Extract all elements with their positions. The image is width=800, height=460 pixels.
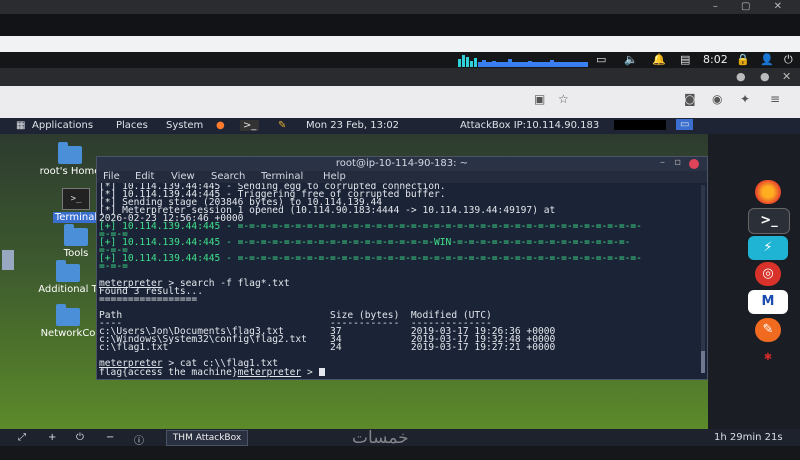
terminal-line: [+] 10.114.139.44:445 - =-=-=-=-=-=-=-=-… xyxy=(99,253,642,265)
panel-datetime: Mon 23 Feb, 13:02 xyxy=(306,120,400,131)
terminal-scrollbar[interactable] xyxy=(701,185,705,373)
home-folder-icon xyxy=(58,142,82,164)
attackbox-ip: AttackBox IP:10.114.90.183 xyxy=(460,120,600,131)
volume-icon[interactable]: 🔈 xyxy=(624,53,638,66)
maximize-dot-icon[interactable]: ● xyxy=(760,70,770,83)
reader-view-icon[interactable]: ▣ xyxy=(534,92,545,106)
host-tab-strip: ● ● ✕ xyxy=(0,68,800,86)
host-dark-band xyxy=(0,14,800,36)
desktop-icon-label: Additional T xyxy=(38,284,98,295)
remote-top-panel: ▦ Applications Places System ● >_ ✎ Mon … xyxy=(0,118,800,134)
menu-edit[interactable]: Edit xyxy=(135,171,154,182)
pocket-icon[interactable]: ◙ xyxy=(684,92,696,106)
terminal-minimize-icon[interactable]: – xyxy=(660,157,665,168)
host-clock: 8:02 xyxy=(703,53,728,66)
terminal-launcher-icon[interactable]: >_ xyxy=(240,120,260,131)
firefox-icon[interactable] xyxy=(755,180,781,204)
burp-icon[interactable]: ✎ xyxy=(755,318,781,342)
side-panel-handle[interactable] xyxy=(2,250,14,270)
calendar-icon[interactable]: ▤ xyxy=(680,53,690,66)
scrollbar-thumb[interactable] xyxy=(701,351,705,373)
menu-terminal[interactable]: Terminal xyxy=(261,171,303,182)
folder-icon xyxy=(64,224,88,246)
terminal-line: =-=-= xyxy=(99,261,128,273)
system-menu[interactable]: System xyxy=(166,120,203,131)
menu-view[interactable]: View xyxy=(171,171,195,182)
menu-icon[interactable]: ≡ xyxy=(770,92,780,106)
terminal-line: flag{access_the_machine}meterpreter > xyxy=(99,368,695,377)
menu-file[interactable]: File xyxy=(103,171,120,182)
applications-menu[interactable]: Applications xyxy=(32,120,93,131)
red-logo-icon[interactable]: ✱ xyxy=(748,346,788,370)
account-icon[interactable]: ◉ xyxy=(712,92,722,106)
maltego-icon[interactable]: M xyxy=(748,290,788,314)
taskbar-attackbox[interactable]: THM AttackBox xyxy=(166,430,248,446)
terminal-window[interactable]: root@ip-10-114-90-183: ~ – ▫ File Edit V… xyxy=(96,156,708,380)
menu-help[interactable]: Help xyxy=(323,171,346,182)
window-controls-icon[interactable]: – ▢ ✕ xyxy=(713,1,792,12)
editor-launcher-icon[interactable]: ✎ xyxy=(278,120,286,131)
menu-search[interactable]: Search xyxy=(211,171,245,182)
folder-icon xyxy=(56,304,80,326)
terminal-output[interactable]: [*] 10.114.139.44:445 - Sending egg to c… xyxy=(99,183,695,377)
places-menu[interactable]: Places xyxy=(116,120,148,131)
audio-visualizer-icon xyxy=(458,55,588,67)
terminal-close-icon[interactable] xyxy=(689,159,699,169)
host-titlebar: – ▢ ✕ xyxy=(0,0,800,14)
apps-menu-icon[interactable]: ▦ xyxy=(16,120,25,131)
target-icon[interactable]: ◎ xyxy=(755,262,781,286)
firefox-launcher-icon[interactable]: ● xyxy=(216,120,225,131)
terminal-icon: >_ xyxy=(62,188,90,210)
session-timer: 1h 29min 21s xyxy=(714,432,783,443)
desktop-icon-label: Tools xyxy=(63,248,89,259)
close-dot-icon[interactable]: ✕ xyxy=(782,70,791,83)
terminal-menubar: File Edit View Search Terminal Help xyxy=(97,171,707,183)
terminal-line: [+] 10.114.139.44:445 - =-=-=-=-=-=-=-=-… xyxy=(99,237,631,249)
terminal-cursor xyxy=(318,368,325,377)
browser-toolbar xyxy=(0,86,800,118)
extensions-icon[interactable]: ✦ xyxy=(740,92,750,106)
lock-icon[interactable]: 🔒 xyxy=(736,53,750,66)
add-icon[interactable]: + xyxy=(48,432,56,443)
power-icon[interactable]: ⏻ xyxy=(784,53,793,67)
bell-icon[interactable]: 🔔 xyxy=(652,53,666,66)
terminal-line: c:\flag1.txt 24 2019-03-17 19:27:21 +000… xyxy=(99,341,556,353)
watermark: خمسات xyxy=(352,428,409,448)
power-icon[interactable]: ⏻ xyxy=(76,432,84,443)
host-footer xyxy=(0,446,800,460)
terminal-title: root@ip-10-114-90-183: ~ xyxy=(97,157,707,171)
app-dock xyxy=(708,134,800,429)
user-icon[interactable]: 👤 xyxy=(760,53,774,66)
desktop-icon-label: Terminal xyxy=(52,212,100,223)
info-icon[interactable]: ⓘ xyxy=(134,432,144,447)
zap-icon[interactable]: ⚡ xyxy=(748,236,788,260)
terminal-icon[interactable]: >_ xyxy=(748,208,790,234)
redaction-box xyxy=(614,120,666,130)
bookmark-star-icon[interactable]: ☆ xyxy=(558,92,569,106)
move-icon[interactable]: ⤢ xyxy=(18,432,26,443)
terminal-line: [+] 10.114.139.44:445 - =-=-=-=-=-=-=-=-… xyxy=(99,221,642,233)
terminal-line: ================= xyxy=(99,293,198,305)
minus-icon[interactable]: − xyxy=(106,432,114,443)
desktop-icon-label: root's Home xyxy=(39,166,101,177)
terminal-maximize-icon[interactable]: ▫ xyxy=(674,157,681,168)
folder-icon xyxy=(56,260,80,282)
panel-screen-icon[interactable]: ▭ xyxy=(676,119,694,130)
host-light-strip xyxy=(0,36,800,52)
screen-icon[interactable]: ▭ xyxy=(596,53,606,66)
minimize-dot-icon[interactable]: ● xyxy=(736,70,746,83)
desktop-icon-label: NetworkCo xyxy=(40,328,96,339)
